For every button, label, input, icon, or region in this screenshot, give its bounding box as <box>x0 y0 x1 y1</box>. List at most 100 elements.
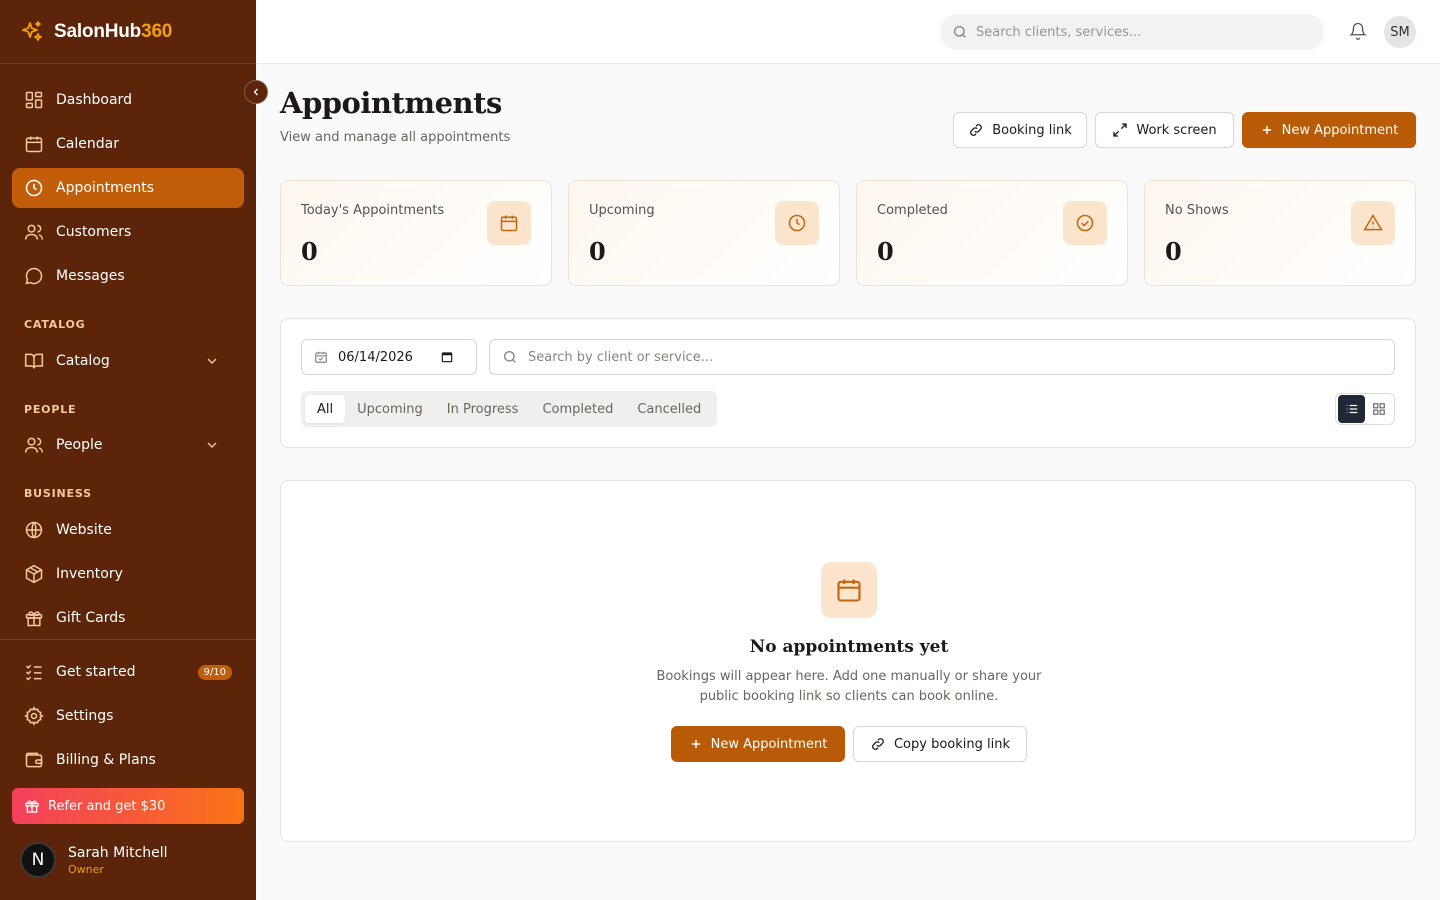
stat-value: 0 <box>589 237 606 266</box>
section-label-people: PEOPLE <box>24 403 77 416</box>
link-icon <box>870 736 894 752</box>
sidebar-item-get-started[interactable]: Get started 9/10 <box>12 652 244 692</box>
sidebar-item-billing[interactable]: Billing & Plans <box>12 740 244 780</box>
sidebar-item-label: Gift Cards <box>56 610 126 626</box>
search-input[interactable] <box>528 349 1328 365</box>
message-icon <box>24 266 56 286</box>
stat-card-today: Today's Appointments 0 <box>280 180 552 286</box>
user-profile[interactable]: N Sarah Mitchell Owner <box>20 842 168 878</box>
global-search[interactable] <box>940 14 1324 50</box>
sidebar-item-people[interactable]: People <box>12 425 244 465</box>
clock-icon <box>775 201 819 245</box>
list-view-button[interactable] <box>1338 395 1365 423</box>
calendar-icon <box>24 134 56 154</box>
sidebar-item-label: Billing & Plans <box>56 752 156 768</box>
checklist-icon <box>24 662 56 682</box>
sidebar-item-label: Inventory <box>56 566 123 582</box>
users-icon <box>24 222 56 242</box>
list-icon <box>1345 402 1359 416</box>
people-nav: People <box>12 425 244 469</box>
business-nav: Website Inventory Gift Cards <box>12 510 244 642</box>
booking-link-button[interactable]: Booking link <box>953 112 1087 148</box>
stat-value: 0 <box>1165 237 1182 266</box>
appointment-search[interactable] <box>489 339 1395 375</box>
chevron-down-icon <box>204 437 232 453</box>
sidebar-item-label: Website <box>56 522 112 538</box>
gift-icon <box>24 608 56 628</box>
gift-icon <box>24 798 48 814</box>
expand-icon <box>1112 122 1136 138</box>
wallet-icon <box>24 750 56 770</box>
sidebar-item-label: Customers <box>56 224 132 240</box>
sidebar-item-gift-cards[interactable]: Gift Cards <box>12 598 244 638</box>
sidebar: SalonHub360 Dashboard Calendar Appointme… <box>0 0 256 900</box>
tab-upcoming[interactable]: Upcoming <box>345 395 435 423</box>
main-nav: Dashboard Calendar Appointments Customer… <box>12 80 244 300</box>
sidebar-item-appointments[interactable]: Appointments <box>12 168 244 208</box>
calendar-icon[interactable] <box>440 350 464 364</box>
copy-booking-link-button[interactable]: Copy booking link <box>853 726 1027 762</box>
tab-cancelled[interactable]: Cancelled <box>625 395 713 423</box>
collapse-sidebar-button[interactable] <box>244 80 268 104</box>
plus-icon <box>689 737 711 751</box>
divider <box>0 639 256 640</box>
progress-badge: 9/10 <box>197 664 232 680</box>
calendar-check-icon <box>314 350 338 364</box>
sidebar-item-label: Messages <box>56 268 125 284</box>
tab-in-progress[interactable]: In Progress <box>435 395 531 423</box>
status-tabs: All Upcoming In Progress Completed Cance… <box>301 391 718 427</box>
avatar[interactable]: SM <box>1384 16 1416 48</box>
sidebar-item-website[interactable]: Website <box>12 510 244 550</box>
dashboard-icon <box>24 90 56 110</box>
sidebar-item-inventory[interactable]: Inventory <box>12 554 244 594</box>
empty-title: No appointments yet <box>749 637 949 657</box>
filter-panel: 06/14/2026 All Upcoming In Progress Comp… <box>280 318 1416 448</box>
brand[interactable]: SalonHub360 <box>0 0 256 64</box>
package-icon <box>24 564 56 584</box>
grid-view-button[interactable] <box>1365 395 1392 423</box>
stat-card-no-shows: No Shows 0 <box>1144 180 1416 286</box>
grid-icon <box>1372 402 1386 416</box>
tab-all[interactable]: All <box>305 395 346 423</box>
section-label-business: BUSINESS <box>24 487 92 500</box>
sidebar-item-settings[interactable]: Settings <box>12 696 244 736</box>
catalog-nav: Catalog <box>12 341 244 385</box>
empty-description: Bookings will appear here. Add one manua… <box>656 669 1042 704</box>
tab-completed[interactable]: Completed <box>530 395 625 423</box>
user-name: Sarah Mitchell <box>68 844 168 861</box>
stat-label: Completed <box>877 203 948 218</box>
new-appointment-button[interactable]: New Appointment <box>671 726 845 762</box>
section-label-catalog: CATALOG <box>24 318 86 331</box>
notifications-button[interactable] <box>1349 22 1367 40</box>
button-label: Booking link <box>992 122 1072 138</box>
button-label: Work screen <box>1136 122 1217 138</box>
refer-label: Refer and get $30 <box>48 798 166 814</box>
sidebar-item-dashboard[interactable]: Dashboard <box>12 80 244 120</box>
date-picker[interactable]: 06/14/2026 <box>301 339 477 375</box>
page-title: Appointments <box>280 86 502 120</box>
work-screen-button[interactable]: Work screen <box>1095 112 1234 148</box>
plus-icon <box>1260 123 1282 137</box>
book-icon <box>24 351 56 371</box>
search-input[interactable] <box>976 24 1296 40</box>
sidebar-item-catalog[interactable]: Catalog <box>12 341 244 381</box>
new-appointment-button[interactable]: New Appointment <box>1242 112 1416 148</box>
check-circle-icon <box>1063 201 1107 245</box>
calendar-icon <box>821 562 877 618</box>
user-role: Owner <box>68 862 104 876</box>
clock-icon <box>24 178 56 198</box>
topbar: SM <box>256 0 1440 64</box>
alert-triangle-icon <box>1351 201 1395 245</box>
stat-label: Today's Appointments <box>301 203 445 218</box>
avatar: N <box>20 842 56 878</box>
sidebar-item-calendar[interactable]: Calendar <box>12 124 244 164</box>
button-label: Copy booking link <box>893 736 1011 752</box>
sidebar-item-customers[interactable]: Customers <box>12 212 244 252</box>
button-label: New Appointment <box>710 736 828 752</box>
sidebar-item-label: Catalog <box>56 353 110 369</box>
refer-button[interactable]: Refer and get $30 <box>12 788 244 824</box>
page-subtitle: View and manage all appointments <box>280 130 511 145</box>
chevron-left-icon <box>250 86 262 98</box>
stat-card-completed: Completed 0 <box>856 180 1128 286</box>
sidebar-item-messages[interactable]: Messages <box>12 256 244 296</box>
